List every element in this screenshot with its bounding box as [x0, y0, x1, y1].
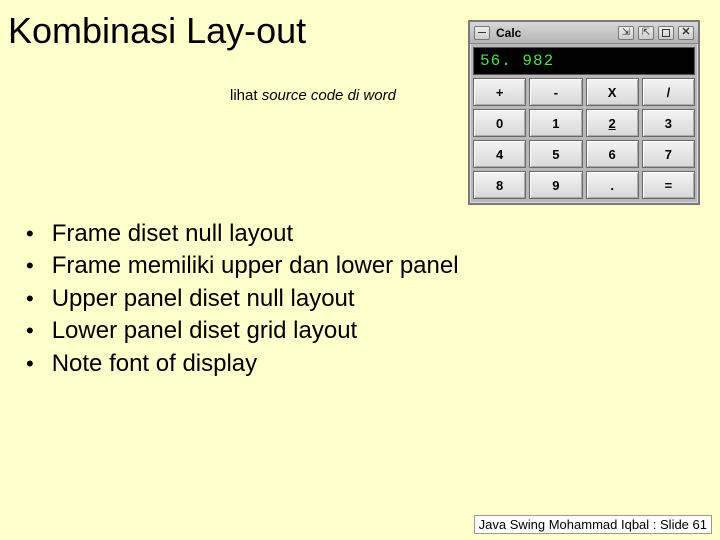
window-minimize-icon[interactable]: ⇲ [618, 26, 634, 40]
calculator-display: 56. 982 [473, 47, 695, 75]
key-7[interactable]: 7 [642, 140, 695, 168]
key-8[interactable]: 8 [473, 171, 526, 199]
key-plus[interactable]: + [473, 78, 526, 106]
window-menu-icon[interactable] [474, 26, 490, 40]
key-4[interactable]: 4 [473, 140, 526, 168]
window-titlebar[interactable]: Calc ⇲ ⇱ ✕ [470, 22, 698, 44]
slide-footer: Java Swing Mohammad Iqbal : Slide 61 [474, 515, 712, 534]
key-0[interactable]: 0 [473, 109, 526, 137]
key-dot[interactable]: . [586, 171, 639, 199]
key-equals[interactable]: = [642, 171, 695, 199]
list-item: Frame memiliki upper dan lower panel [20, 250, 459, 282]
list-item: Upper panel diset null layout [20, 283, 459, 315]
list-item: Note font of display [20, 348, 459, 380]
key-divide[interactable]: / [642, 78, 695, 106]
subtitle-italic: source code di word [262, 87, 396, 104]
key-1[interactable]: 1 [529, 109, 582, 137]
key-3[interactable]: 3 [642, 109, 695, 137]
window-close-icon[interactable]: ✕ [678, 26, 694, 40]
list-item: Lower panel diset grid layout [20, 315, 459, 347]
key-minus[interactable]: - [529, 78, 582, 106]
key-2[interactable]: 2 [586, 109, 639, 137]
slide-title: Kombinasi Lay-out [8, 10, 306, 52]
key-5[interactable]: 5 [529, 140, 582, 168]
bullet-list: Frame diset null layout Frame memiliki u… [20, 218, 459, 380]
calculator-window: Calc ⇲ ⇱ ✕ 56. 982 + - X / 0 1 2 3 4 5 6… [468, 20, 700, 205]
slide-subtitle: lihat source code di word [230, 87, 396, 104]
calculator-keypad: + - X / 0 1 2 3 4 5 6 7 8 9 . = [473, 78, 695, 199]
window-maximize-icon[interactable]: ⇱ [638, 26, 654, 40]
key-multiply[interactable]: X [586, 78, 639, 106]
subtitle-plain: lihat [230, 87, 262, 104]
window-title: Calc [496, 26, 521, 40]
window-restore-icon[interactable] [658, 26, 674, 40]
key-9[interactable]: 9 [529, 171, 582, 199]
list-item: Frame diset null layout [20, 218, 459, 250]
key-6[interactable]: 6 [586, 140, 639, 168]
